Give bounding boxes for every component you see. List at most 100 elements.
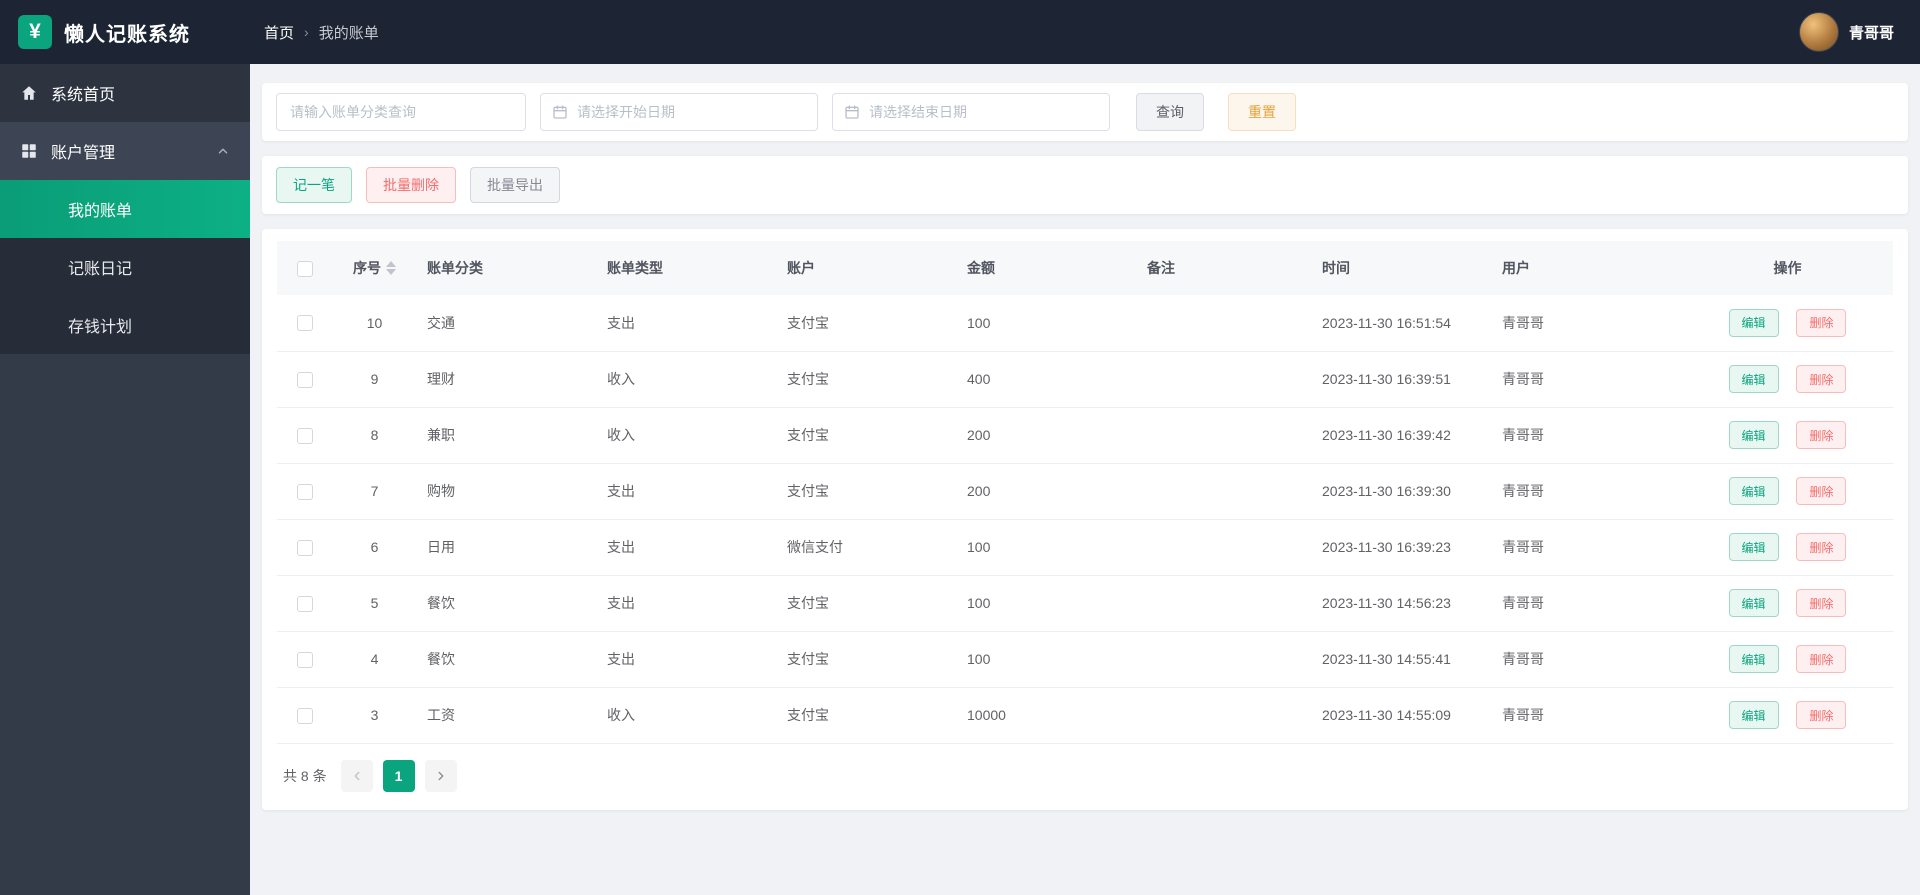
- cell-category: 餐饮: [417, 575, 597, 632]
- cell-user: 青哥哥: [1492, 575, 1682, 632]
- batch-export-button[interactable]: 批量导出: [470, 167, 560, 203]
- sidebar-item-savings-plan[interactable]: 存钱计划: [0, 296, 250, 354]
- delete-button[interactable]: 删除: [1796, 421, 1847, 449]
- chevron-left-icon: [354, 771, 360, 780]
- cell-type: 支出: [597, 519, 777, 576]
- cell-seq: 10: [332, 295, 417, 352]
- table-row: 8 兼职 收入 支付宝 200 2023-11-30 16:39:42 青哥哥 …: [277, 407, 1893, 464]
- cell-actions: 编辑 删除: [1682, 295, 1893, 352]
- select-all-checkbox[interactable]: [296, 260, 313, 277]
- cell-select: [277, 407, 332, 464]
- app-logo: ¥ 懒人记账系统: [0, 15, 250, 49]
- cell-time: 2023-11-30 14:55:09: [1312, 687, 1492, 744]
- cell-type: 支出: [597, 463, 777, 520]
- add-record-button[interactable]: 记一笔: [276, 167, 352, 203]
- breadcrumb-home[interactable]: 首页: [264, 22, 294, 43]
- category-search-input[interactable]: [276, 93, 526, 131]
- search-button[interactable]: 查询: [1136, 93, 1204, 131]
- cell-account: 支付宝: [777, 295, 957, 352]
- next-page-button[interactable]: [424, 759, 457, 792]
- breadcrumb: 首页 › 我的账单: [264, 22, 379, 43]
- sidebar-item-home[interactable]: 系统首页: [0, 64, 250, 122]
- edit-button[interactable]: 编辑: [1728, 645, 1779, 673]
- reset-button[interactable]: 重置: [1228, 93, 1296, 131]
- cell-category: 兼职: [417, 407, 597, 464]
- row-checkbox[interactable]: [296, 315, 313, 332]
- cell-type: 支出: [597, 631, 777, 688]
- cell-seq: 6: [332, 519, 417, 576]
- row-checkbox[interactable]: [296, 539, 313, 556]
- cell-amount: 100: [957, 519, 1137, 576]
- cell-account: 微信支付: [777, 519, 957, 576]
- cell-select: [277, 351, 332, 408]
- cell-actions: 编辑 删除: [1682, 631, 1893, 688]
- chevron-up-icon: [216, 144, 230, 158]
- start-date-picker[interactable]: [540, 93, 818, 131]
- prev-page-button[interactable]: [340, 759, 373, 792]
- cell-amount: 400: [957, 351, 1137, 408]
- cell-actions: 编辑 删除: [1682, 519, 1893, 576]
- column-header-note: 备注: [1137, 241, 1312, 295]
- cell-category: 日用: [417, 519, 597, 576]
- main-content: 查询 重置 记一笔 批量删除 批量导出: [250, 64, 1920, 895]
- sidebar-item-my-bills[interactable]: 我的账单: [0, 180, 250, 238]
- cell-user: 青哥哥: [1492, 463, 1682, 520]
- cell-type: 支出: [597, 575, 777, 632]
- cell-category: 理财: [417, 351, 597, 408]
- row-checkbox[interactable]: [296, 371, 313, 388]
- cell-account: 支付宝: [777, 407, 957, 464]
- sidebar-item-label: 账户管理: [51, 145, 116, 162]
- cell-seq: 4: [332, 631, 417, 688]
- edit-button[interactable]: 编辑: [1728, 533, 1779, 561]
- cell-time: 2023-11-30 16:39:23: [1312, 519, 1492, 576]
- edit-button[interactable]: 编辑: [1728, 308, 1779, 337]
- username: 青哥哥: [1848, 24, 1894, 42]
- delete-button[interactable]: 删除: [1796, 533, 1847, 561]
- row-checkbox[interactable]: [296, 427, 313, 444]
- delete-button[interactable]: 删除: [1796, 365, 1847, 393]
- edit-button[interactable]: 编辑: [1728, 701, 1779, 729]
- cell-seq: 9: [332, 351, 417, 408]
- row-checkbox[interactable]: [296, 651, 313, 668]
- delete-button[interactable]: 删除: [1796, 589, 1847, 617]
- delete-button[interactable]: 删除: [1796, 308, 1847, 337]
- page-number-button[interactable]: 1: [382, 759, 415, 792]
- row-checkbox[interactable]: [296, 483, 313, 500]
- delete-button[interactable]: 删除: [1796, 645, 1847, 673]
- sidebar-item-diary[interactable]: 记账日记: [0, 238, 250, 296]
- edit-button[interactable]: 编辑: [1728, 477, 1779, 505]
- app-header: ¥ 懒人记账系统 首页 › 我的账单 青哥哥: [0, 0, 1920, 64]
- edit-button[interactable]: 编辑: [1728, 421, 1779, 449]
- cell-user: 青哥哥: [1492, 687, 1682, 744]
- cell-seq: 8: [332, 407, 417, 464]
- column-header-user: 用户: [1492, 241, 1682, 295]
- avatar[interactable]: [1798, 12, 1839, 52]
- user-menu[interactable]: 青哥哥: [1798, 12, 1894, 52]
- sidebar-item-account-management[interactable]: 账户管理: [0, 122, 250, 180]
- batch-delete-button[interactable]: 批量删除: [366, 167, 456, 203]
- end-date-input[interactable]: [869, 104, 1098, 120]
- calendar-icon: [552, 104, 568, 120]
- cell-actions: 编辑 删除: [1682, 407, 1893, 464]
- cell-user: 青哥哥: [1492, 519, 1682, 576]
- breadcrumb-current: 我的账单: [318, 24, 379, 42]
- edit-button[interactable]: 编辑: [1728, 365, 1779, 393]
- cell-user: 青哥哥: [1492, 351, 1682, 408]
- cell-category: 购物: [417, 463, 597, 520]
- delete-button[interactable]: 删除: [1796, 477, 1847, 505]
- row-checkbox[interactable]: [296, 707, 313, 724]
- sort-icon[interactable]: [386, 261, 396, 275]
- edit-button[interactable]: 编辑: [1728, 589, 1779, 617]
- cell-select: [277, 575, 332, 632]
- bill-table-card: 序号 账单分类 账单类型 账户 金额 备注 时间 用户 操作 10 交通 支出 …: [262, 229, 1908, 810]
- table-row: 6 日用 支出 微信支付 100 2023-11-30 16:39:23 青哥哥…: [277, 519, 1893, 576]
- cell-user: 青哥哥: [1492, 631, 1682, 688]
- cell-note: [1137, 631, 1312, 688]
- cell-seq: 3: [332, 687, 417, 744]
- row-checkbox[interactable]: [296, 595, 313, 612]
- start-date-input[interactable]: [577, 104, 806, 120]
- delete-button[interactable]: 删除: [1796, 701, 1847, 729]
- cell-note: [1137, 295, 1312, 352]
- end-date-picker[interactable]: [832, 93, 1110, 131]
- cell-amount: 100: [957, 575, 1137, 632]
